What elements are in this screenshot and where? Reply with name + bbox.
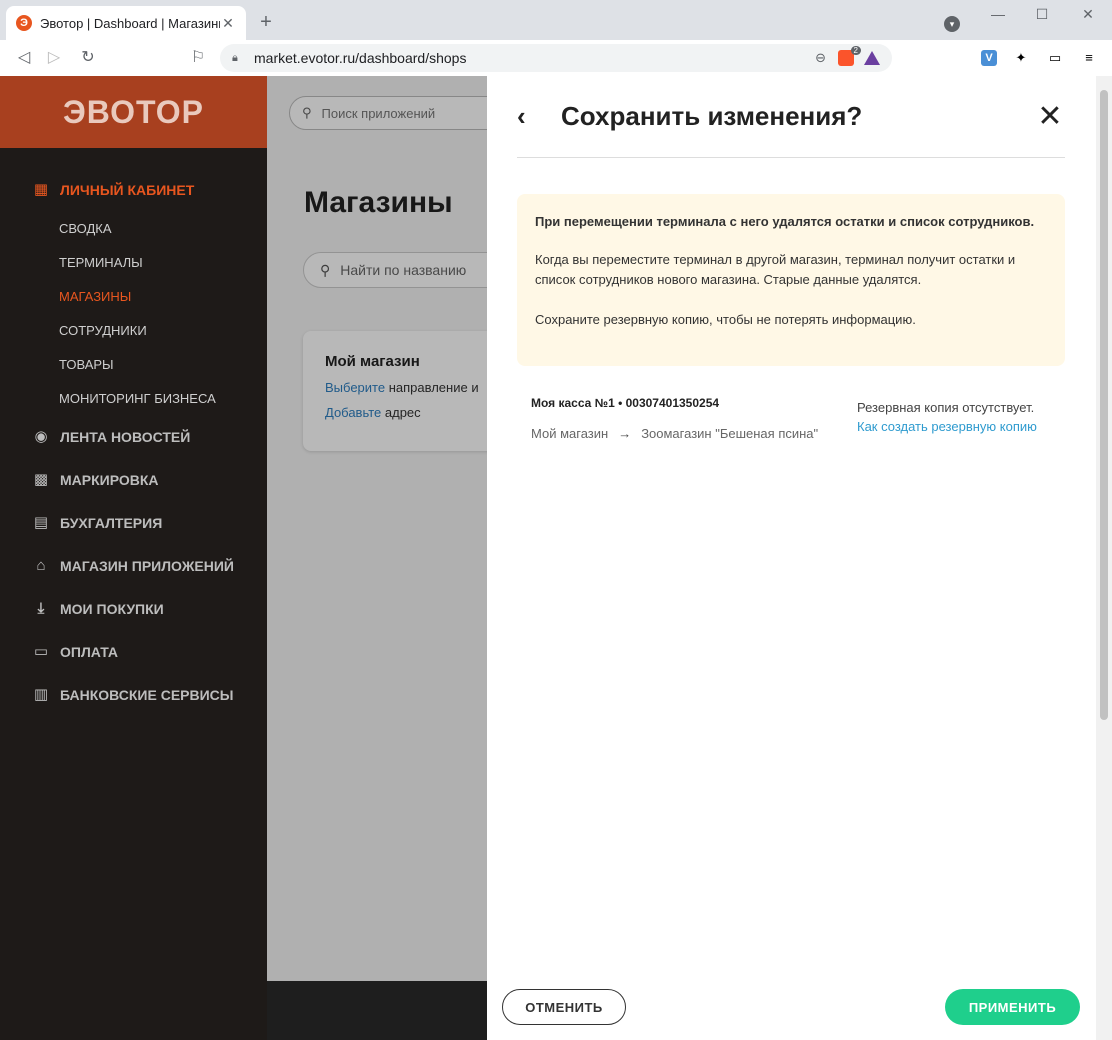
sidebar-item-label: МАРКИРОВКА (60, 471, 159, 488)
minimize-icon[interactable]: — (988, 6, 1008, 22)
panel-header: ‹ Сохранить изменения? ✕ (517, 76, 1065, 158)
bank-icon: ▥ (33, 685, 49, 703)
sidebar-item-bank[interactable]: ▥ БАНКОВСКИЕ СЕРВИСЫ (0, 673, 267, 716)
card-icon: ▭ (33, 642, 49, 660)
scrollbar-thumb[interactable] (1100, 90, 1108, 720)
tab-bar: Э Эвотор | Dashboard | Магазины ✕ + ▾ — … (0, 0, 1112, 40)
browser-chrome: Э Эвотор | Dashboard | Магазины ✕ + ▾ — … (0, 0, 1112, 76)
sidebar-subitem-goods[interactable]: ТОВАРЫ (0, 347, 267, 381)
terminal-move-row: Мой магазин → Зоомагазин "Бешеная псина" (531, 426, 831, 441)
tab-close-icon[interactable]: ✕ (220, 15, 236, 32)
backup-help-link[interactable]: Как создать резервную копию (857, 419, 1087, 434)
store-icon: ⌂ (36, 556, 46, 574)
backup-info: Резервная копия отсутствует. Как создать… (857, 400, 1087, 434)
sidebar-subitem-summary[interactable]: СВОДКА (0, 211, 267, 245)
sidebar-item-label: БУХГАЛТЕРИЯ (60, 514, 163, 531)
sidebar: ЭВОТОР ▦ ЛИЧНЫЙ КАБИНЕТ СВОДКА ТЕРМИНАЛЫ… (0, 76, 267, 1040)
brave-rewards-icon[interactable] (864, 51, 880, 65)
bookmark-icon[interactable]: ⚐ (188, 48, 208, 68)
sidebar-item-accounting[interactable]: ▤ БУХГАЛТЕРИЯ (0, 501, 267, 544)
save-changes-panel: ‹ Сохранить изменения? ✕ При перемещении… (487, 76, 1096, 1040)
terminal-move-info: Моя касса №1 • 00307401350254 Мой магази… (531, 396, 831, 441)
forward-icon[interactable]: ▷ (44, 48, 64, 68)
scrollbar[interactable] (1096, 76, 1112, 1040)
new-tab-icon[interactable]: + (256, 12, 276, 32)
sidebar-item-label: ЛЕНТА НОВОСТЕЙ (60, 428, 191, 445)
zoom-icon[interactable]: ⊖ (815, 50, 826, 66)
from-shop: Мой магазин (531, 426, 609, 441)
wallet-icon[interactable]: ▭ (1047, 50, 1063, 66)
back-chevron-icon[interactable]: ‹ (517, 101, 547, 132)
brave-badge: 2 (850, 46, 861, 55)
tab-title: Эвотор | Dashboard | Магазины (40, 15, 220, 31)
warning-title: При перемещении терминала с него удалятс… (535, 214, 1035, 229)
maximize-icon[interactable]: ☐ (1032, 6, 1052, 23)
panel-title: Сохранить изменения? (561, 101, 863, 131)
sidebar-item-payment[interactable]: ▭ ОПЛАТА (0, 630, 267, 673)
download-icon: ⤓ (37, 599, 45, 617)
back-icon[interactable]: ◁ (14, 48, 34, 68)
sidebar-item-label: БАНКОВСКИЕ СЕРВИСЫ (60, 686, 234, 703)
sidebar-subitem-terminals[interactable]: ТЕРМИНАЛЫ (0, 245, 267, 279)
brave-shield-icon[interactable]: 2 (838, 46, 861, 66)
logo-area[interactable]: ЭВОТОР (0, 76, 267, 148)
menu-icon[interactable]: ≡ (1081, 50, 1097, 66)
sidebar-subitem-employees[interactable]: СОТРУДНИКИ (0, 313, 267, 347)
sidebar-item-cabinet[interactable]: ▦ ЛИЧНЫЙ КАБИНЕТ (0, 168, 267, 211)
close-icon[interactable]: ✕ (1035, 99, 1065, 134)
news-icon: ◉ (34, 427, 48, 445)
ledger-icon: ▤ (33, 513, 49, 531)
to-shop: Зоомагазин "Бешеная псина" (641, 426, 819, 441)
browser-toolbar: ◁ ▷ ↻ ⚐ 🔒︎ market.evotor.ru/dashboard/sh… (0, 40, 1112, 76)
address-bar[interactable]: 🔒︎ market.evotor.ru/dashboard/shops ⊖ 2 (220, 44, 892, 72)
terminal-name: Моя касса №1 • 00307401350254 (531, 396, 720, 410)
warning-box: При перемещении терминала с него удалятс… (517, 194, 1065, 366)
sidebar-menu: ▦ ЛИЧНЫЙ КАБИНЕТ СВОДКА ТЕРМИНАЛЫ МАГАЗИ… (0, 148, 267, 716)
sidebar-item-label: МОИ ПОКУПКИ (60, 600, 164, 617)
sidebar-item-news[interactable]: ◉ ЛЕНТА НОВОСТЕЙ (0, 415, 267, 458)
sidebar-item-label: ЛИЧНЫЙ КАБИНЕТ (60, 181, 195, 198)
vpn-extension-icon[interactable]: V (981, 50, 997, 66)
window-close-icon[interactable]: ✕ (1078, 6, 1098, 23)
reload-icon[interactable]: ↻ (78, 48, 98, 68)
profile-menu-icon[interactable]: ▾ (944, 16, 960, 32)
sidebar-subitem-monitoring[interactable]: МОНИТОРИНГ БИЗНЕСА (0, 381, 267, 415)
cancel-button[interactable]: ОТМЕНИТЬ (502, 989, 626, 1025)
warning-backup-text: Сохраните резервную копию, чтобы не поте… (535, 312, 916, 327)
apply-button[interactable]: ПРИМЕНИТЬ (945, 989, 1080, 1025)
evotor-favicon-icon: Э (16, 15, 32, 31)
extensions-icon[interactable]: ✦ (1013, 50, 1029, 66)
url-text: market.evotor.ru/dashboard/shops (254, 50, 467, 66)
sidebar-subitem-shops[interactable]: МАГАЗИНЫ (0, 279, 267, 313)
arrow-right-icon: → (618, 426, 632, 441)
sidebar-item-label: ОПЛАТА (60, 643, 118, 660)
lock-icon: 🔒︎ (232, 52, 238, 64)
sidebar-item-purchases[interactable]: ⤓ МОИ ПОКУПКИ (0, 587, 267, 630)
grid-icon: ▦ (33, 180, 49, 198)
browser-tab[interactable]: Э Эвотор | Dashboard | Магазины ✕ (6, 6, 246, 40)
qr-icon: ▩ (33, 470, 49, 488)
evotor-logo: ЭВОТОР (63, 93, 204, 130)
backup-status: Резервная копия отсутствует. (857, 400, 1035, 415)
sidebar-item-app-store[interactable]: ⌂ МАГАЗИН ПРИЛОЖЕНИЙ (0, 544, 267, 587)
sidebar-item-marking[interactable]: ▩ МАРКИРОВКА (0, 458, 267, 501)
sidebar-item-label: МАГАЗИН ПРИЛОЖЕНИЙ (60, 557, 234, 574)
warning-text: Когда вы переместите терминал в другой м… (535, 252, 1016, 287)
